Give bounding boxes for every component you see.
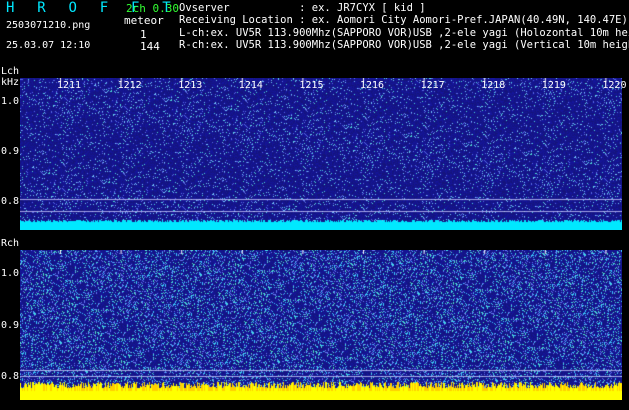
xtick-1214: 1214: [238, 80, 263, 91]
ytick-rch-0.9: 0.9: [1, 320, 20, 331]
location-line: Receiving Location : ex. Aomori City Aom…: [179, 14, 628, 26]
xtick-1218: 1218: [481, 80, 506, 91]
xtick-1219: 1219: [541, 80, 566, 91]
ytick-rch-1.0: 1.0: [1, 268, 20, 279]
observer-line: Ovserver : ex. JR7CYX [ kid ]: [179, 2, 426, 14]
xtick-1213: 1213: [178, 80, 203, 91]
meteor-count-label: meteor: [124, 14, 164, 27]
khz-unit-label: kHz: [1, 77, 20, 88]
filename-label: 2503071210.png: [6, 20, 91, 31]
ytick-rch-0.8: 0.8: [1, 371, 20, 382]
ytick-lch-0.9: 0.9: [1, 146, 20, 157]
ytick-lch-1.0: 1.0: [1, 96, 20, 107]
meteor-count-rch: 144: [140, 40, 160, 53]
rch-label: Rch: [1, 238, 20, 249]
lch-label: Lch: [1, 66, 20, 77]
lch-spectrogram: [20, 78, 622, 230]
xtick-1212: 1212: [117, 80, 142, 91]
rch-setup-line: R-ch:ex. UV5R 113.900Mhz(SAPPORO VOR)USB…: [179, 39, 629, 51]
datetime-label: 25.03.07 12:10: [6, 40, 91, 51]
rch-spectrogram: [20, 250, 622, 400]
xtick-1220: 1220: [602, 80, 627, 91]
xtick-1217: 1217: [420, 80, 445, 91]
meteor-count-lch: 1: [140, 28, 147, 41]
xtick-1215: 1215: [299, 80, 324, 91]
ytick-lch-0.8: 0.8: [1, 196, 20, 207]
xtick-1211: 1211: [57, 80, 82, 91]
lch-setup-line: L-ch:ex. UV5R 113.900Mhz(SAPPORO VOR)USB…: [179, 27, 629, 39]
version-label: 2ch 0.30: [126, 2, 179, 15]
xtick-1216: 1216: [360, 80, 385, 91]
